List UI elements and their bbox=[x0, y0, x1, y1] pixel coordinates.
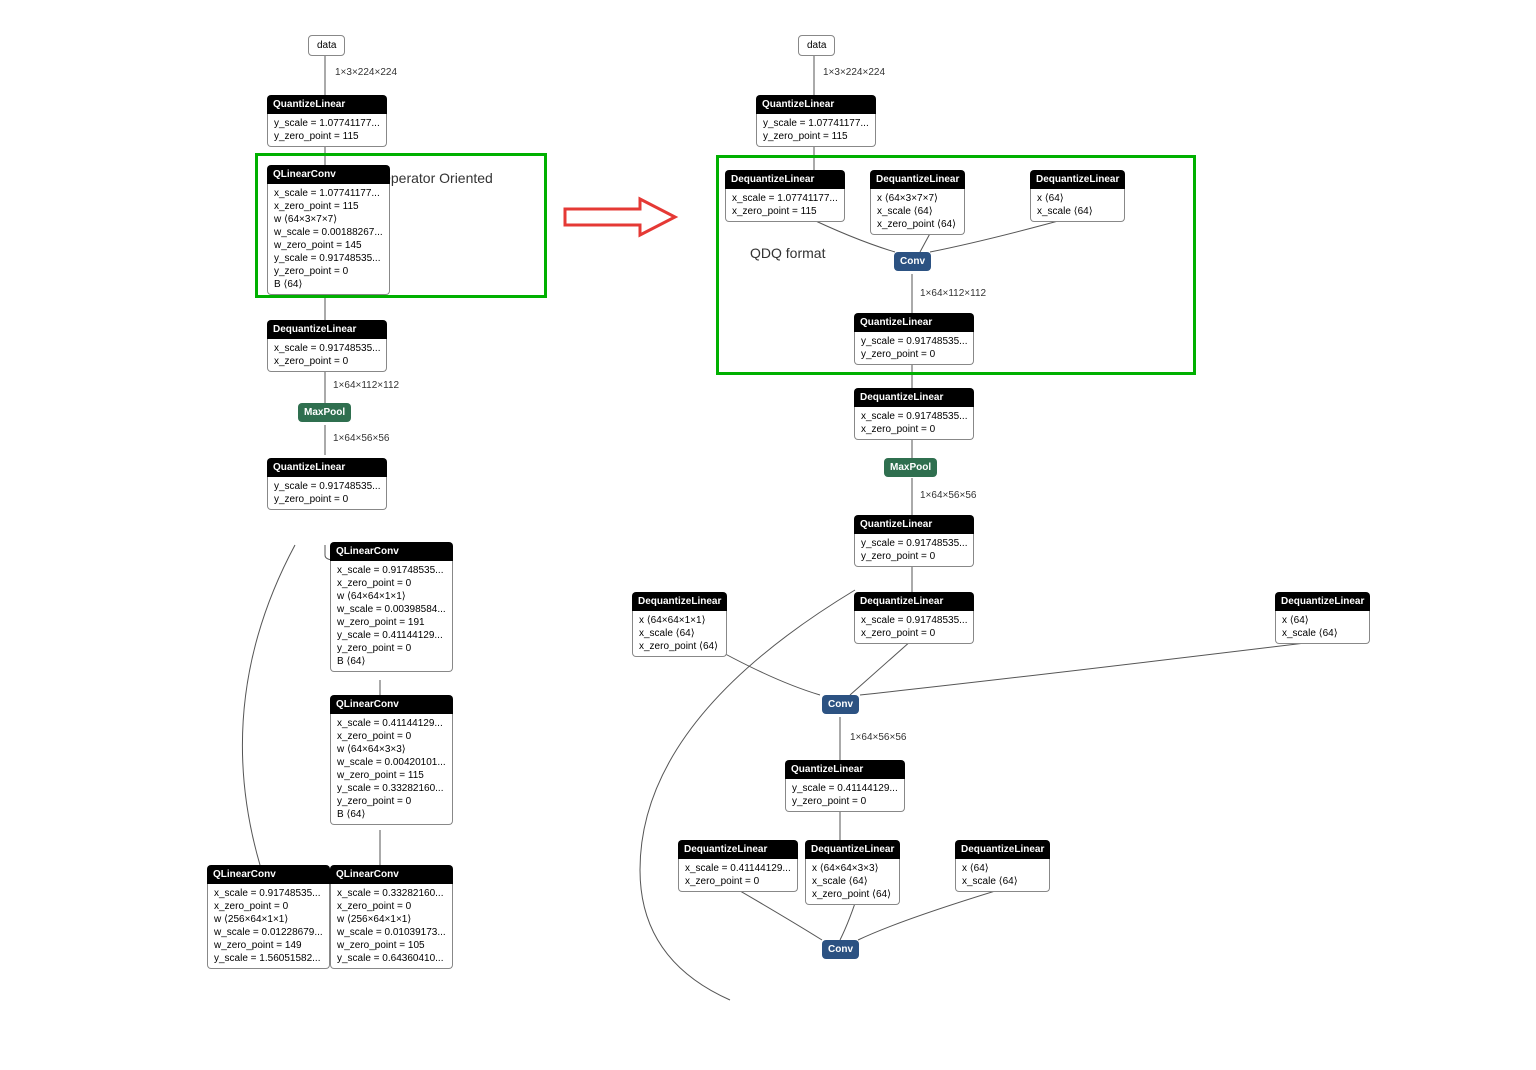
node-body: x_scale = 1.07741177... x_zero_point = 1… bbox=[725, 189, 845, 222]
node-body: x_scale = 0.91748535... x_zero_point = 0 bbox=[854, 611, 974, 644]
node-title: Conv bbox=[822, 695, 859, 714]
node-title: DequantizeLinear bbox=[854, 388, 974, 407]
node-dequantize-linear[interactable]: DequantizeLinear x ⟨64×3×7×7⟩ x_scale ⟨6… bbox=[870, 170, 965, 235]
node-title: DequantizeLinear bbox=[805, 840, 900, 859]
node-title: MaxPool bbox=[298, 403, 351, 422]
node-body: x_scale = 0.91748535... x_zero_point = 0… bbox=[330, 561, 453, 672]
node-title: QuantizeLinear bbox=[267, 95, 387, 114]
node-body: x ⟨64×3×7×7⟩ x_scale ⟨64⟩ x_zero_point ⟨… bbox=[870, 189, 965, 235]
node-body: y_scale = 0.91748535... y_zero_point = 0 bbox=[267, 477, 387, 510]
node-qlinearconv[interactable]: QLinearConv x_scale = 0.91748535... x_ze… bbox=[207, 865, 330, 969]
node-body: x_scale = 0.33282160... x_zero_point = 0… bbox=[330, 884, 453, 969]
node-title: DequantizeLinear bbox=[725, 170, 845, 189]
node-quantize-linear[interactable]: QuantizeLinear y_scale = 1.07741177... y… bbox=[267, 95, 387, 147]
node-quantize-linear[interactable]: QuantizeLinear y_scale = 0.91748535... y… bbox=[854, 313, 974, 365]
node-title: DequantizeLinear bbox=[267, 320, 387, 339]
node-body: x ⟨64⟩ x_scale ⟨64⟩ bbox=[1030, 189, 1125, 222]
node-title: DequantizeLinear bbox=[955, 840, 1050, 859]
node-title: QuantizeLinear bbox=[267, 458, 387, 477]
node-dequantize-linear[interactable]: DequantizeLinear x_scale = 0.91748535...… bbox=[854, 592, 974, 644]
node-quantize-linear[interactable]: QuantizeLinear y_scale = 1.07741177... y… bbox=[756, 95, 876, 147]
node-title: MaxPool bbox=[884, 458, 937, 477]
node-quantize-linear[interactable]: QuantizeLinear y_scale = 0.91748535... y… bbox=[854, 515, 974, 567]
node-body: x_scale = 1.07741177... x_zero_point = 1… bbox=[267, 184, 390, 295]
node-title: DequantizeLinear bbox=[1275, 592, 1370, 611]
node-conv[interactable]: Conv bbox=[894, 252, 931, 271]
node-dequantize-linear[interactable]: DequantizeLinear x ⟨64×64×1×1⟩ x_scale ⟨… bbox=[632, 592, 727, 657]
node-body: x_scale = 0.91748535... x_zero_point = 0 bbox=[854, 407, 974, 440]
node-title: DequantizeLinear bbox=[632, 592, 727, 611]
node-qlinearconv[interactable]: QLinearConv x_scale = 0.41144129... x_ze… bbox=[330, 695, 453, 825]
annotation-operator-oriented: Operator Oriented bbox=[380, 170, 493, 186]
node-title: QLinearConv bbox=[330, 542, 453, 561]
annotation-qdq: QDQ format bbox=[750, 245, 825, 261]
node-title: QuantizeLinear bbox=[854, 313, 974, 332]
node-body: x ⟨64×64×3×3⟩ x_scale ⟨64⟩ x_zero_point … bbox=[805, 859, 900, 905]
node-title: QLinearConv bbox=[267, 165, 390, 184]
node-dequantize-linear[interactable]: DequantizeLinear x_scale = 0.41144129...… bbox=[678, 840, 798, 892]
transform-arrow-icon bbox=[560, 195, 680, 239]
node-quantize-linear[interactable]: QuantizeLinear y_scale = 0.91748535... y… bbox=[267, 458, 387, 510]
node-dequantize-linear[interactable]: DequantizeLinear x ⟨64×64×3×3⟩ x_scale ⟨… bbox=[805, 840, 900, 905]
edge-label: 1×3×224×224 bbox=[823, 67, 885, 78]
edge-label: 1×64×56×56 bbox=[920, 490, 976, 501]
node-body: x ⟨64⟩ x_scale ⟨64⟩ bbox=[1275, 611, 1370, 644]
edge-label: 1×64×112×112 bbox=[333, 380, 399, 391]
node-title: DequantizeLinear bbox=[1030, 170, 1125, 189]
node-body: y_scale = 0.91748535... y_zero_point = 0 bbox=[854, 534, 974, 567]
node-maxpool[interactable]: MaxPool bbox=[298, 403, 351, 422]
node-title: QLinearConv bbox=[330, 865, 453, 884]
node-qlinearconv[interactable]: QLinearConv x_scale = 0.91748535... x_ze… bbox=[330, 542, 453, 672]
node-body: x_scale = 0.91748535... x_zero_point = 0 bbox=[267, 339, 387, 372]
node-title: Conv bbox=[894, 252, 931, 271]
node-quantize-linear[interactable]: QuantizeLinear y_scale = 0.41144129... y… bbox=[785, 760, 905, 812]
node-title: QLinearConv bbox=[330, 695, 453, 714]
node-body: y_scale = 0.41144129... y_zero_point = 0 bbox=[785, 779, 905, 812]
node-title: DequantizeLinear bbox=[854, 592, 974, 611]
edge-label: 1×64×112×112 bbox=[920, 288, 986, 299]
node-body: x ⟨64⟩ x_scale ⟨64⟩ bbox=[955, 859, 1050, 892]
node-body: x_scale = 0.41144129... x_zero_point = 0… bbox=[330, 714, 453, 825]
edge-label: 1×64×56×56 bbox=[850, 732, 906, 743]
node-body: x ⟨64×64×1×1⟩ x_scale ⟨64⟩ x_zero_point … bbox=[632, 611, 727, 657]
node-qlinearconv[interactable]: QLinearConv x_scale = 1.07741177... x_ze… bbox=[267, 165, 390, 295]
node-data-right[interactable]: data bbox=[798, 35, 835, 56]
node-conv[interactable]: Conv bbox=[822, 695, 859, 714]
node-title: QLinearConv bbox=[207, 865, 330, 884]
node-title: QuantizeLinear bbox=[756, 95, 876, 114]
node-body: y_scale = 0.91748535... y_zero_point = 0 bbox=[854, 332, 974, 365]
node-dequantize-linear[interactable]: DequantizeLinear x ⟨64⟩ x_scale ⟨64⟩ bbox=[955, 840, 1050, 892]
node-dequantize-linear[interactable]: DequantizeLinear x ⟨64⟩ x_scale ⟨64⟩ bbox=[1275, 592, 1370, 644]
node-dequantize-linear[interactable]: DequantizeLinear x_scale = 0.91748535...… bbox=[267, 320, 387, 372]
node-dequantize-linear[interactable]: DequantizeLinear x ⟨64⟩ x_scale ⟨64⟩ bbox=[1030, 170, 1125, 222]
node-title: DequantizeLinear bbox=[870, 170, 965, 189]
node-title: QuantizeLinear bbox=[785, 760, 905, 779]
node-conv[interactable]: Conv bbox=[822, 940, 859, 959]
node-dequantize-linear[interactable]: DequantizeLinear x_scale = 0.91748535...… bbox=[854, 388, 974, 440]
node-title: QuantizeLinear bbox=[854, 515, 974, 534]
node-body: x_scale = 0.41144129... x_zero_point = 0 bbox=[678, 859, 798, 892]
node-label: data bbox=[317, 40, 336, 51]
node-body: y_scale = 1.07741177... y_zero_point = 1… bbox=[756, 114, 876, 147]
node-data-left[interactable]: data bbox=[308, 35, 345, 56]
node-body: x_scale = 0.91748535... x_zero_point = 0… bbox=[207, 884, 330, 969]
edge-label: 1×3×224×224 bbox=[335, 67, 397, 78]
node-maxpool[interactable]: MaxPool bbox=[884, 458, 937, 477]
edge-label: 1×64×56×56 bbox=[333, 433, 389, 444]
node-qlinearconv[interactable]: QLinearConv x_scale = 0.33282160... x_ze… bbox=[330, 865, 453, 969]
node-dequantize-linear[interactable]: DequantizeLinear x_scale = 1.07741177...… bbox=[725, 170, 845, 222]
node-title: DequantizeLinear bbox=[678, 840, 798, 859]
node-body: y_scale = 1.07741177... y_zero_point = 1… bbox=[267, 114, 387, 147]
node-label: data bbox=[807, 40, 826, 51]
node-title: Conv bbox=[822, 940, 859, 959]
